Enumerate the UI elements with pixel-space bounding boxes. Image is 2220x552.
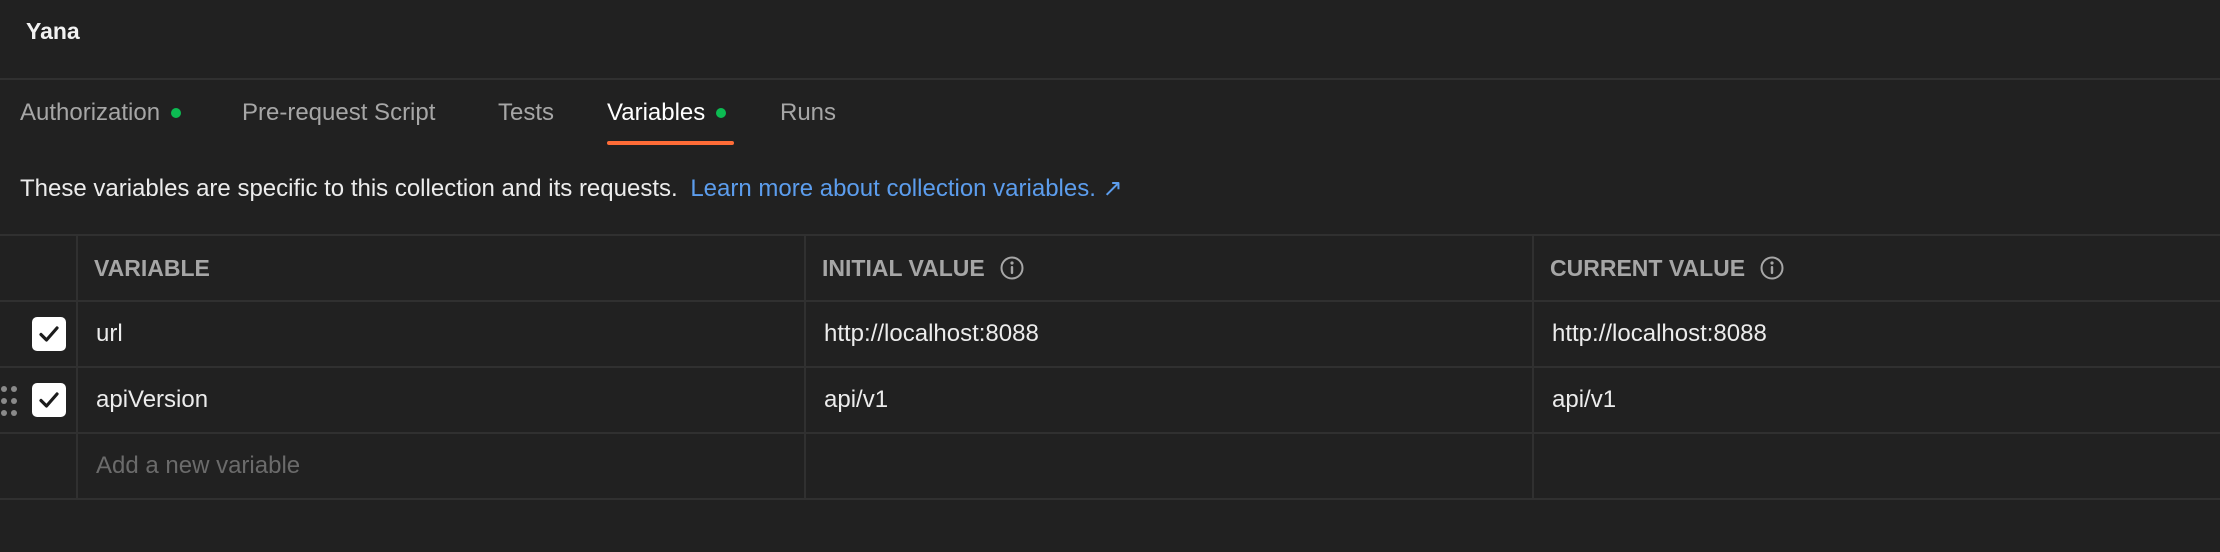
tab-tests[interactable]: Tests (498, 80, 554, 146)
row-enabled-checkbox[interactable] (32, 317, 66, 351)
column-divider (804, 236, 806, 500)
table-header-row: VARIABLE INITIAL VALUE CURRENT VALUE (0, 236, 2220, 302)
tab-label: Pre-request Script (242, 99, 436, 126)
current-value-cell[interactable]: http://localhost:8088 (1552, 302, 1767, 366)
tab-label: Runs (780, 99, 837, 126)
add-variable-input[interactable]: Add a new variable (96, 434, 300, 498)
new-initial-value-input[interactable] (824, 434, 1524, 498)
row-enabled-checkbox[interactable] (32, 383, 66, 417)
variables-table: VARIABLE INITIAL VALUE CURRENT VALUE url… (0, 234, 2220, 500)
column-header-initial-value: INITIAL VALUE (822, 236, 1025, 300)
variable-name-cell[interactable]: apiVersion (96, 368, 208, 432)
description-text: These variables are specific to this col… (20, 175, 678, 202)
tab-label: Variables (607, 99, 706, 126)
status-dot (171, 108, 182, 118)
tab-authorization[interactable]: Authorization (20, 80, 182, 146)
learn-more-link[interactable]: Learn more about collection variables. ↗ (690, 175, 1122, 202)
collection-title: Yana (26, 18, 80, 44)
column-divider (76, 236, 78, 500)
new-current-value-input[interactable] (1552, 434, 2212, 498)
variables-description: These variables are specific to this col… (20, 174, 1123, 203)
column-header-current-value: CURRENT VALUE (1550, 236, 1785, 300)
drag-handle-icon[interactable] (0, 384, 18, 418)
status-dot (716, 108, 727, 118)
tab-label: Authorization (20, 99, 161, 126)
tab-variables[interactable]: Variables (607, 80, 727, 146)
new-variable-row: Add a new variable (0, 434, 2220, 500)
column-header-variable: VARIABLE (94, 254, 210, 281)
table-row: apiVersion api/v1 api/v1 (0, 368, 2220, 434)
column-header-label: INITIAL VALUE (822, 254, 985, 281)
tab-runs[interactable]: Runs (780, 80, 836, 146)
table-row: url http://localhost:8088 http://localho… (0, 302, 2220, 368)
tab-label: Tests (498, 99, 555, 126)
column-header-label: CURRENT VALUE (1550, 254, 1746, 281)
column-divider (1532, 236, 1534, 500)
current-value-cell[interactable]: api/v1 (1552, 368, 1616, 432)
active-tab-indicator (607, 141, 734, 145)
variable-name-cell[interactable]: url (96, 302, 123, 366)
tab-bar: Authorization Pre-request Script Tests V… (0, 80, 2220, 146)
initial-value-cell[interactable]: http://localhost:8088 (824, 302, 1039, 366)
tab-pre-request-script[interactable]: Pre-request Script (242, 80, 435, 146)
info-icon[interactable] (999, 255, 1025, 281)
checkmark-icon (39, 326, 59, 342)
info-icon[interactable] (1759, 255, 1785, 281)
title-bar: Yana (0, 0, 2220, 80)
initial-value-cell[interactable]: api/v1 (824, 368, 888, 432)
checkmark-icon (39, 392, 59, 408)
